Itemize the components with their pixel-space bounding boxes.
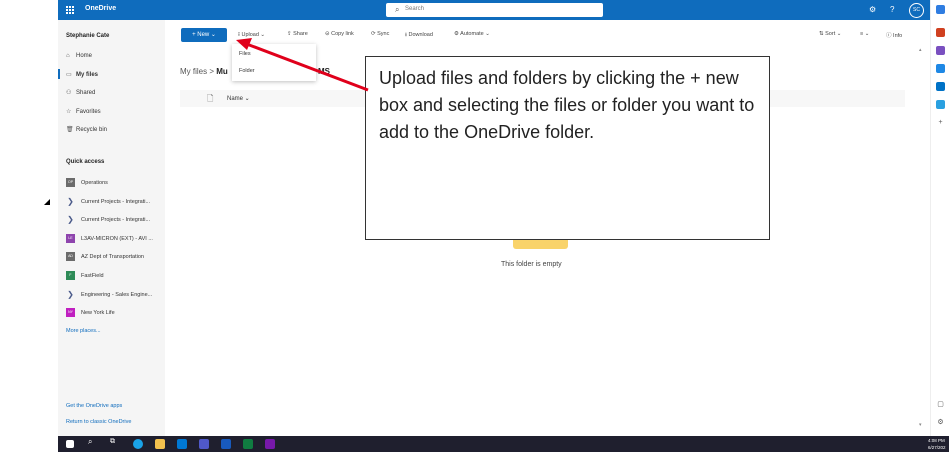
nav-selection-indicator: [58, 69, 60, 79]
left-nav: [58, 20, 165, 436]
edge-sidebar: + ▢ ⚙: [930, 0, 949, 436]
user-name: Stephanie Cate: [66, 33, 110, 39]
classic-onedrive-link[interactable]: Return to classic OneDrive: [66, 419, 131, 425]
download-icon: ⭳: [405, 32, 407, 38]
quick-access-item[interactable]: NY New York Life: [66, 308, 115, 317]
site-icon: AD: [66, 252, 75, 261]
quick-access-item[interactable]: LE L3AV-MICRON (EXT) - AVI ...: [66, 234, 153, 243]
word-icon[interactable]: [221, 439, 231, 449]
view-options-button[interactable]: ≡ ⌄: [860, 31, 869, 37]
shared-icon: ⚇: [66, 90, 72, 96]
task-view-icon[interactable]: ⧉: [110, 438, 120, 448]
office-icon[interactable]: [936, 64, 945, 73]
empty-folder-text: This folder is empty: [501, 261, 562, 268]
nav-item-my-files[interactable]: ▭ My files: [66, 71, 98, 78]
automate-button[interactable]: ⚙ Automate ⌄: [454, 31, 490, 37]
edge-icon[interactable]: [133, 439, 143, 449]
sidebar-toggle-icon[interactable]: ▢: [936, 400, 945, 409]
quick-access-title: Quick access: [66, 159, 105, 165]
teams-icon[interactable]: [199, 439, 209, 449]
download-button[interactable]: ⭳ Download: [405, 31, 433, 40]
expand-triangle-icon: [44, 199, 50, 205]
onenote-icon[interactable]: [265, 439, 275, 449]
breadcrumb-root[interactable]: My files: [180, 67, 207, 76]
breadcrumb-current: Mu: [216, 67, 228, 76]
instruction-callout: Upload files and folders by clicking the…: [365, 56, 770, 240]
scroll-up-icon[interactable]: ▴: [919, 47, 922, 53]
get-apps-link[interactable]: Get the OneDrive apps: [66, 403, 122, 409]
search-placeholder: Search: [405, 6, 425, 12]
site-icon: OP: [66, 178, 75, 187]
shopping-icon[interactable]: [936, 28, 945, 37]
search-icon[interactable]: ⌕: [88, 437, 98, 447]
gear-icon[interactable]: ⚙: [936, 418, 945, 427]
clock-date: 6/27/202: [928, 445, 946, 450]
windows-start-icon[interactable]: [66, 440, 74, 448]
site-icon: LE: [66, 234, 75, 243]
annotation-arrow: [236, 38, 369, 92]
trash-icon: 🗑: [66, 127, 74, 133]
info-icon: ⓘ: [886, 33, 892, 39]
clock-time: 4:08 PM: [928, 438, 945, 443]
tools-icon[interactable]: [936, 100, 945, 109]
outlook-icon[interactable]: [177, 439, 187, 449]
star-icon: ☆: [66, 109, 72, 115]
search-icon: ⌕: [395, 5, 400, 14]
sort-icon: ⇅: [819, 31, 824, 37]
avatar[interactable]: SC: [909, 3, 924, 18]
outlook-icon[interactable]: [936, 82, 945, 91]
app-launcher-icon[interactable]: [66, 6, 74, 14]
site-icon: NY: [66, 308, 75, 317]
add-icon[interactable]: +: [936, 118, 945, 127]
file-type-icon: 🗋: [207, 94, 214, 103]
teams-channel-icon: ❯: [67, 290, 74, 299]
taskbar: ⌕ ⧉: [58, 436, 949, 452]
quick-access-item[interactable]: ❯ Current Projects - Integrati...: [66, 215, 150, 224]
home-icon: ⌂: [66, 53, 70, 59]
help-icon[interactable]: ?: [890, 5, 894, 14]
new-button[interactable]: + New ⌄: [181, 28, 227, 42]
settings-icon[interactable]: ⚙: [869, 5, 876, 14]
more-places-link[interactable]: More places...: [66, 328, 101, 334]
quick-access-item[interactable]: AD AZ Dept of Transportation: [66, 252, 144, 261]
quick-access-item[interactable]: OP Operations: [66, 178, 108, 187]
excel-icon[interactable]: [243, 439, 253, 449]
nav-item-recycle-bin[interactable]: 🗑 Recycle bin: [66, 126, 107, 133]
sort-button[interactable]: ⇅ Sort ⌄: [819, 31, 841, 37]
quick-access-item[interactable]: ❯ Current Projects - Integrati...: [66, 197, 150, 206]
callout-text: Upload files and folders by clicking the…: [379, 68, 755, 142]
folder-icon: ▭: [66, 72, 72, 78]
automate-icon: ⚙: [454, 31, 459, 37]
teams-channel-icon: ❯: [67, 215, 74, 224]
search-input[interactable]: ⌕ Search: [386, 3, 603, 17]
quick-access-item[interactable]: F FastField: [66, 271, 104, 280]
people-icon[interactable]: [936, 46, 945, 55]
quick-access-item[interactable]: ❯ Engineering - Sales Engine...: [66, 290, 152, 299]
nav-item-home[interactable]: ⌂ Home: [66, 53, 92, 59]
file-explorer-icon[interactable]: [155, 439, 165, 449]
scroll-down-icon[interactable]: ▾: [919, 422, 922, 428]
nav-item-favorites[interactable]: ☆ Favorites: [66, 108, 101, 115]
info-button[interactable]: ⓘ Info: [886, 31, 902, 39]
site-icon: F: [66, 271, 75, 280]
breadcrumb: My files > Mu: [180, 67, 228, 76]
app-name[interactable]: OneDrive: [85, 5, 116, 12]
arrow-shaft: [243, 41, 369, 92]
nav-item-shared[interactable]: ⚇ Shared: [66, 89, 95, 96]
bing-icon[interactable]: [936, 5, 945, 14]
teams-channel-icon: ❯: [67, 197, 74, 206]
